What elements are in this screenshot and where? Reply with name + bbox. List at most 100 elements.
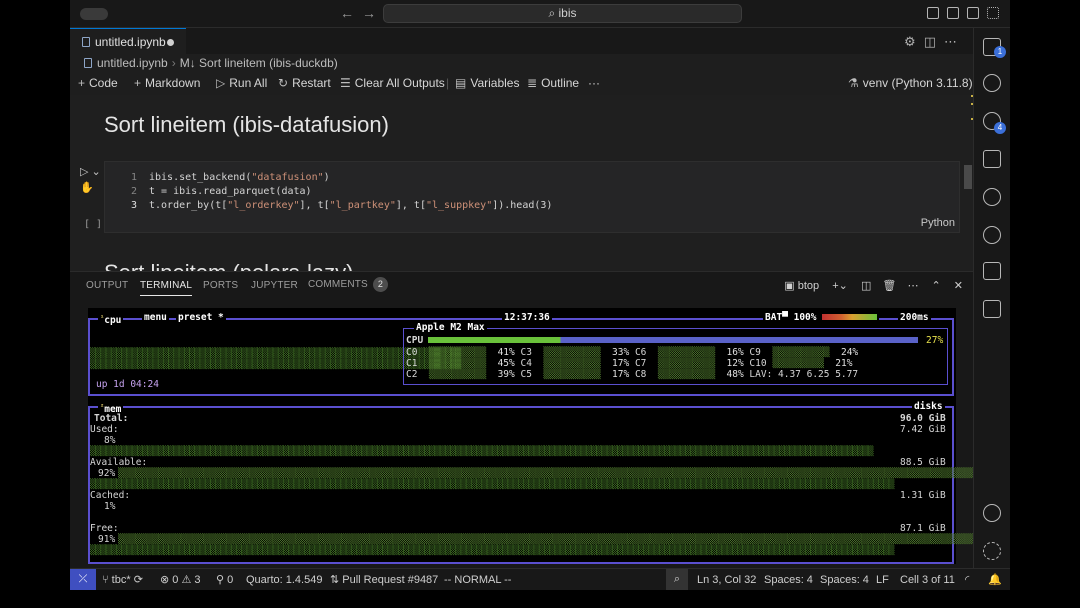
breadcrumb-section[interactable]: M↓ Sort lineitem (ibis-duckdb) bbox=[180, 56, 338, 70]
btop-clock: 12:37:36 bbox=[502, 312, 552, 323]
indentation-1[interactable]: Spaces: 4 bbox=[764, 573, 813, 587]
tab-comments[interactable]: COMMENTS 2 bbox=[308, 277, 388, 292]
tab-output[interactable]: OUTPUT bbox=[86, 280, 128, 291]
maximize-panel-icon[interactable]: ⌃ bbox=[932, 280, 941, 292]
indentation-2[interactable]: Spaces: 4 bbox=[820, 573, 869, 587]
add-markdown-cell-button[interactable]: + Markdown bbox=[134, 75, 200, 91]
window-controls[interactable] bbox=[80, 8, 108, 20]
cell-position[interactable]: Cell 3 of 11 bbox=[900, 573, 955, 587]
pull-requests-icon[interactable] bbox=[983, 188, 1001, 206]
more-toolbar-button[interactable]: ··· bbox=[588, 75, 600, 91]
ports-indicator[interactable]: ⚲ 0 bbox=[216, 573, 233, 587]
markdown-heading: Sort lineitem (ibis-datafusion) bbox=[104, 112, 389, 137]
tab-untitled-ipynb[interactable]: untitled.ipynb bbox=[70, 28, 186, 54]
gear-icon[interactable] bbox=[983, 542, 1001, 560]
problems-indicator[interactable]: ⊗ 0 ⚠ 3 bbox=[160, 573, 201, 587]
pull-request-indicator[interactable]: ⇅ Pull Request #9487 bbox=[330, 573, 438, 587]
btop-preset[interactable]: preset * bbox=[176, 313, 226, 323]
cpu-total-bar bbox=[428, 337, 918, 343]
execution-count: [ ] bbox=[84, 219, 103, 230]
account-icon[interactable] bbox=[983, 504, 1001, 522]
trash-icon[interactable]: 🗑 bbox=[882, 280, 896, 292]
markdown-heading: Sort lineitem (polars-lazy) bbox=[104, 260, 353, 271]
comments-icon[interactable] bbox=[983, 262, 1001, 280]
editor-scrollbar[interactable] bbox=[964, 165, 972, 189]
cell-language-label[interactable]: Python bbox=[921, 217, 955, 229]
outline-button[interactable]: ≣ Outline bbox=[527, 75, 579, 91]
terminal-name[interactable]: btop bbox=[798, 280, 819, 292]
source-control-badge: 4 bbox=[994, 122, 1006, 134]
branch-indicator[interactable]: ⑂ tbc* ⟳ bbox=[102, 573, 143, 587]
restart-button[interactable]: ↻ Restart bbox=[278, 75, 331, 91]
tab-jupyter[interactable]: JUPYTER bbox=[251, 280, 298, 291]
unsaved-dot-icon[interactable] bbox=[167, 39, 174, 46]
command-center-search[interactable]: ⌕ ibis bbox=[383, 4, 742, 23]
vscode-window: ← → ⌕ ibis untitled.ipynb ⚙◫⋯ untitled.i… bbox=[70, 0, 1010, 590]
tab-terminal[interactable]: TERMINAL bbox=[140, 280, 193, 296]
kernel-icon: ⚗ bbox=[848, 76, 859, 90]
bottom-panel: OUTPUT TERMINAL PORTS JUPYTER COMMENTS 2 … bbox=[70, 271, 976, 568]
core-table: C0 ▒▒▒▒▒▒▒▒▒▒ 41% C3 ▒▒▒▒▒▒▒▒▒▒ 33% C6 ▒… bbox=[406, 347, 859, 380]
clear-all-outputs-button[interactable]: ☰ Clear All Outputs bbox=[340, 75, 445, 91]
back-arrow-icon[interactable]: ← bbox=[340, 5, 354, 21]
github-icon[interactable] bbox=[983, 226, 1001, 244]
title-bar: ← → ⌕ ibis bbox=[70, 0, 1010, 28]
btop-cores-box: Apple M2 Max CPU 27% C0 ▒▒▒▒▒▒▒▒▒▒ 41% C… bbox=[403, 323, 948, 385]
terminal-output[interactable]: ¹cpu menu preset * 12:37:36 BAT▀ 100% 20… bbox=[88, 308, 976, 564]
code-cell[interactable]: 1 2 3 ibis.set_backend("datafusion") t =… bbox=[104, 161, 960, 233]
run-cell-icon[interactable]: ▷ ⌄ bbox=[80, 165, 101, 178]
remote-explorer-icon[interactable] bbox=[983, 150, 1001, 168]
warning-icon: ⚠ bbox=[181, 574, 195, 586]
notebook-editor: Sort lineitem (ibis-datafusion) ▷ ⌄ ✋ 1 … bbox=[70, 95, 973, 271]
drag-handle-icon[interactable]: ✋ bbox=[80, 181, 94, 194]
code-content[interactable]: ibis.set_backend("datafusion") t = ibis.… bbox=[149, 171, 552, 213]
gear-icon[interactable]: ⚙ bbox=[904, 34, 924, 49]
variables-button[interactable]: ▤ Variables bbox=[455, 75, 519, 91]
cursor-position[interactable]: Ln 3, Col 32 bbox=[697, 573, 756, 587]
terminal-icon: ▣ bbox=[784, 280, 798, 292]
panel-actions: ▣ btop +⌄ ◫ 🗑 ⋯ ⌃ ✕ bbox=[784, 279, 963, 292]
notebook-toolbar: + Code + Markdown ▷ Run All ↻ Restart ☰ Clear… bbox=[78, 75, 973, 91]
zoom-icon[interactable]: ⌕ bbox=[666, 569, 688, 590]
forward-arrow-icon[interactable]: → bbox=[362, 5, 376, 21]
restart-icon: ↻ bbox=[278, 76, 289, 90]
plus-icon: + bbox=[134, 76, 142, 90]
search-icon[interactable] bbox=[983, 74, 1001, 92]
tab-ports[interactable]: PORTS bbox=[203, 280, 238, 291]
run-all-button[interactable]: ▷ Run All bbox=[216, 75, 267, 91]
add-code-cell-button[interactable]: + Code bbox=[78, 75, 118, 91]
split-terminal-icon[interactable]: ◫ bbox=[861, 280, 871, 292]
toggle-secondary-sidebar-icon[interactable] bbox=[967, 7, 979, 19]
toggle-primary-sidebar-icon[interactable] bbox=[927, 7, 939, 19]
editor-tab-bar: untitled.ipynb ⚙◫⋯ bbox=[70, 28, 973, 54]
pull-request-icon: ⇅ bbox=[330, 574, 343, 586]
quarto-version[interactable]: Quarto: 1.4.549 bbox=[246, 573, 322, 587]
toggle-panel-icon[interactable] bbox=[947, 7, 959, 19]
available-graph: ▒▒▒▒▒▒▒▒▒▒▒▒▒▒▒▒▒▒▒▒▒▒▒▒▒▒▒▒▒▒▒▒▒▒▒▒▒▒▒▒… bbox=[118, 468, 976, 479]
uptime: up 1d 04:24 bbox=[96, 379, 159, 390]
chevron-right-icon: › bbox=[171, 56, 176, 70]
new-terminal-icon[interactable]: +⌄ bbox=[832, 280, 848, 292]
breadcrumb: untitled.ipynb › M↓ Sort lineitem (ibis-du… bbox=[84, 55, 338, 71]
vim-mode: -- NORMAL -- bbox=[444, 574, 512, 586]
antenna-icon: ⚲ bbox=[216, 574, 228, 586]
btop-menu[interactable]: menu bbox=[142, 313, 169, 323]
extensions-icon[interactable] bbox=[983, 300, 1001, 318]
run-all-icon: ▷ bbox=[216, 76, 226, 90]
close-panel-icon[interactable]: ✕ bbox=[954, 280, 963, 292]
free-graph: ▒▒▒▒▒▒▒▒▒▒▒▒▒▒▒▒▒▒▒▒▒▒▒▒▒▒▒▒▒▒▒▒▒▒▒▒▒▒▒▒… bbox=[118, 534, 976, 545]
notifications-icon[interactable]: 🔔 bbox=[988, 573, 1002, 587]
split-editor-icon[interactable]: ◫ bbox=[924, 34, 944, 49]
more-actions-icon[interactable]: ⋯ bbox=[944, 34, 965, 49]
spinner-icon: ◜ bbox=[965, 574, 970, 586]
remote-indicator-icon[interactable]: ⤫ bbox=[70, 569, 96, 590]
comments-count-badge: 2 bbox=[372, 277, 388, 292]
breadcrumb-file[interactable]: untitled.ipynb bbox=[97, 56, 168, 70]
search-icon: ⌕ bbox=[548, 6, 559, 20]
customize-layout-icon[interactable] bbox=[987, 7, 999, 19]
kernel-picker[interactable]: ⚗ venv (Python 3.11.8) bbox=[848, 75, 973, 91]
more-actions-icon[interactable]: ⋯ bbox=[907, 280, 918, 292]
end-of-line[interactable]: LF bbox=[876, 573, 889, 587]
branch-icon: ⑂ bbox=[102, 574, 112, 586]
editor-actions: ⚙◫⋯ bbox=[904, 34, 965, 50]
